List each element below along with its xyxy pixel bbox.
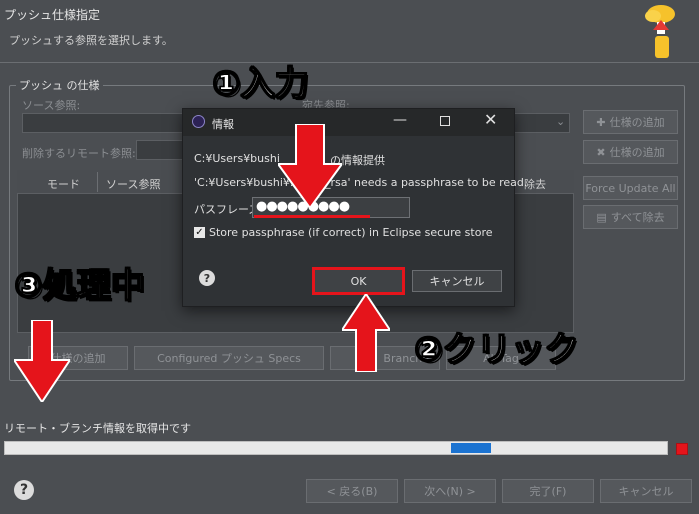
source-ref-label: ソース参照: (22, 99, 81, 112)
ok-button[interactable]: OK (312, 267, 405, 295)
dialog-message-line1: C:¥Users¥bushi (194, 152, 280, 165)
back-button[interactable]: < 戻る(B) (306, 479, 398, 503)
delete-spec-button[interactable]: ✖ 仕様の追加 (583, 140, 678, 164)
finish-button[interactable]: 完了(F) (502, 479, 594, 503)
configured-push-specs-button[interactable]: Configured プッシュ Specs (134, 346, 324, 370)
progress-fill (451, 443, 491, 453)
chevron-down-icon[interactable]: ⌄ (556, 115, 565, 128)
col-divider (97, 172, 98, 192)
annotation-step3: ③処理中 (13, 265, 145, 307)
arrow-down-icon (12, 319, 72, 404)
arrow-up-icon (340, 292, 392, 373)
force-update-all-button[interactable]: Force Update All (583, 176, 678, 200)
minimize-icon[interactable]: — (393, 112, 407, 128)
header-divider (0, 62, 699, 63)
cancel-button[interactable]: キャンセル (600, 479, 692, 503)
stop-icon[interactable] (676, 443, 688, 455)
wizard-subtitle: プッシュする参照を選択します。 (9, 34, 173, 47)
dialog-title: 情報 (212, 118, 234, 131)
col-header-mode[interactable]: モード (47, 176, 80, 192)
dialog-message-line2b: d_rsa' needs a passphrase to be read. (318, 176, 528, 189)
progress-text: リモート・ブランチ情報を取得中です (4, 422, 191, 435)
eclipse-icon (192, 115, 205, 128)
col-header-source[interactable]: ソース参照 (106, 176, 160, 192)
annotation-step2: ②クリック (413, 329, 579, 371)
annotation-step1: ①入力 (211, 63, 309, 105)
store-passphrase-checkbox[interactable]: ✓ (194, 227, 205, 238)
help-icon[interactable]: ? (14, 480, 34, 500)
passphrase-label: パスフレーズ (194, 203, 260, 216)
push-spec-group-title: プッシュ の仕様 (16, 77, 103, 93)
passphrase-underline (254, 215, 370, 218)
close-icon[interactable]: ✕ (484, 110, 497, 129)
add-spec-button[interactable]: ✚ 仕様の追加 (583, 110, 678, 134)
maximize-icon[interactable] (440, 116, 450, 126)
page-icon: ▤ (596, 210, 607, 224)
next-button[interactable]: 次へ(N) > (404, 479, 496, 503)
store-passphrase-label: Store passphrase (if correct) in Eclipse… (209, 226, 493, 239)
wizard-title: プッシュ仕様指定 (4, 8, 101, 22)
plus-icon: ✚ (596, 115, 606, 129)
arrow-down-icon (276, 123, 344, 210)
wizard-banner-icon (643, 2, 679, 60)
progress-bar (4, 441, 668, 455)
dialog-help-icon[interactable]: ? (199, 270, 215, 286)
delete-remote-label: 削除するリモート参照: (22, 147, 136, 160)
remove-all-button[interactable]: ▤ すべて除去 (583, 205, 678, 229)
x-icon: ✖ (596, 145, 606, 159)
dialog-cancel-button[interactable]: キャンセル (412, 270, 502, 292)
